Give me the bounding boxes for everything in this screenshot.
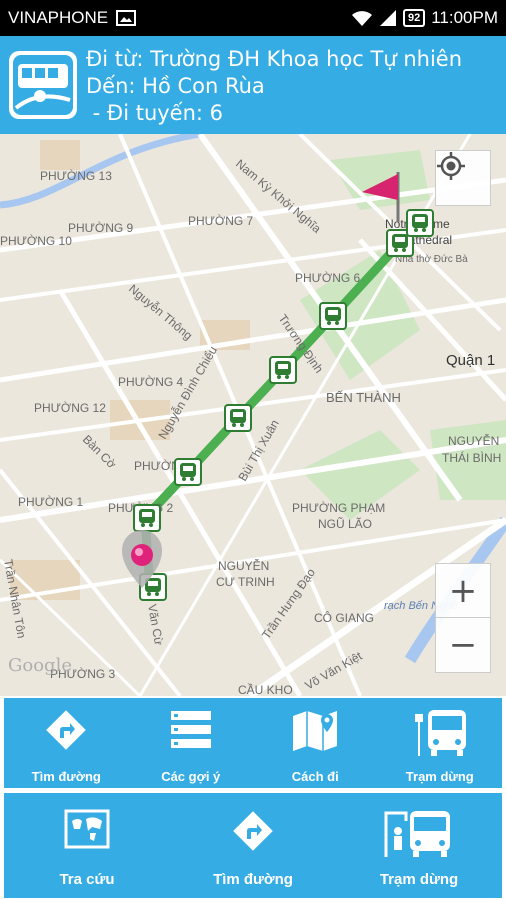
how-to-go-label: Cách đi [291,769,339,784]
wifi-icon [351,11,372,26]
map-canvas[interactable]: PHƯỜNG 13 PHƯỜNG 10 PHƯỜNG 9 PHƯỜNG 7 PH… [0,134,506,696]
destination-text: Dến: Hồ Con Rùa [86,74,265,98]
svg-text:PHƯỜNG 1: PHƯỜNG 1 [18,494,84,509]
lookup-tab[interactable]: Tra cứu [4,793,170,898]
signal-icon [379,10,396,26]
bus-app-icon[interactable] [8,50,78,120]
zoom-controls: + − [435,563,491,673]
svg-text:PHƯỜNG 12: PHƯỜNG 12 [34,400,106,415]
svg-text:PHƯỜNG PHẠM: PHƯỜNG PHẠM [292,500,385,515]
battery-icon: 92 [402,9,426,27]
lookup-label: Tra cứu [59,871,115,888]
list-icon [170,711,211,748]
world-map-icon [64,809,110,849]
directions-icon [233,811,273,851]
route-info: Đi từ: Trường ĐH Khoa học Tự nhiên Dến: … [86,46,462,127]
svg-text:CẦU KHO: CẦU KHO [238,682,293,696]
carrier-name: VINAPHONE [8,8,109,27]
suggestions-tab[interactable]: Các gợi ý [129,698,254,788]
my-location-button[interactable] [435,150,491,206]
svg-text:NGŨ LÃO: NGŨ LÃO [318,516,372,531]
clock: 11:00PM [431,8,498,27]
svg-text:PHƯỜNG 9: PHƯỜNG 9 [68,220,134,235]
svg-text:Quận 1: Quận 1 [446,352,495,369]
bus-stop-label-2: Trạm dừng [379,871,459,888]
map-view[interactable]: PHƯỜNG 13 PHƯỜNG 10 PHƯỜNG 9 PHƯỜNG 7 PH… [0,134,506,696]
bus-stop-icon [414,710,466,756]
svg-text:NGUYỄN: NGUYỄN [218,558,269,573]
svg-text:PHƯỜNG 7: PHƯỜNG 7 [188,213,254,228]
zoom-out-button[interactable]: − [436,618,490,671]
find-route-label-2: Tìm đường [213,871,293,888]
status-right: 92 11:00PM [351,8,498,28]
primary-toolbar: Tìm đường Các gợi ý Cách đi Trạm dừng [4,698,502,788]
route-header: Đi từ: Trường ĐH Khoa học Tự nhiên Dến: … [0,36,506,134]
google-logo: Google [8,655,72,676]
map-icon [293,711,338,751]
image-notification-icon [116,10,137,26]
bus-stop-tab[interactable]: Trạm dừng [378,698,503,788]
directions-icon [46,710,87,750]
svg-text:CƯ TRINH: CƯ TRINH [216,575,275,589]
status-left: VINAPHONE [8,8,137,28]
svg-text:PHƯỜNG 6: PHƯỜNG 6 [295,270,361,285]
svg-text:NGUYỄN: NGUYỄN [448,433,499,448]
bus-stop-label: Trạm dừng [405,769,474,784]
svg-text:BẾN THÀNH: BẾN THÀNH [326,390,401,405]
svg-text:THÁI BÌNH: THÁI BÌNH [442,450,501,465]
how-to-go-tab[interactable]: Cách đi [253,698,378,788]
find-route-label: Tìm đường [31,769,101,784]
svg-text:PHƯỜNG 10: PHƯỜNG 10 [0,233,72,248]
origin-text: Đi từ: Trường ĐH Khoa học Tự nhiên [86,47,463,71]
bus-stop-tab-2[interactable]: Trạm dừng [336,793,502,898]
my-location-icon [437,152,465,180]
svg-text:CÔ GIANG: CÔ GIANG [314,610,374,625]
zoom-in-button[interactable]: + [436,564,490,618]
find-route-tab[interactable]: Tìm đường [4,698,129,788]
svg-text:PHƯỜNG 13: PHƯỜNG 13 [40,168,112,183]
secondary-toolbar: Tra cứu Tìm đường Trạm dừng [4,793,502,898]
find-route-tab-2[interactable]: Tìm đường [170,793,336,898]
status-bar: VINAPHONE 92 11:00PM [0,0,506,36]
route-number-text: - Đi tuyến: 6 [86,101,224,125]
bus-stop-icon [384,811,450,857]
suggestions-label: Các gợi ý [161,769,221,784]
svg-text:PHƯỜNG 4: PHƯỜNG 4 [118,374,184,389]
